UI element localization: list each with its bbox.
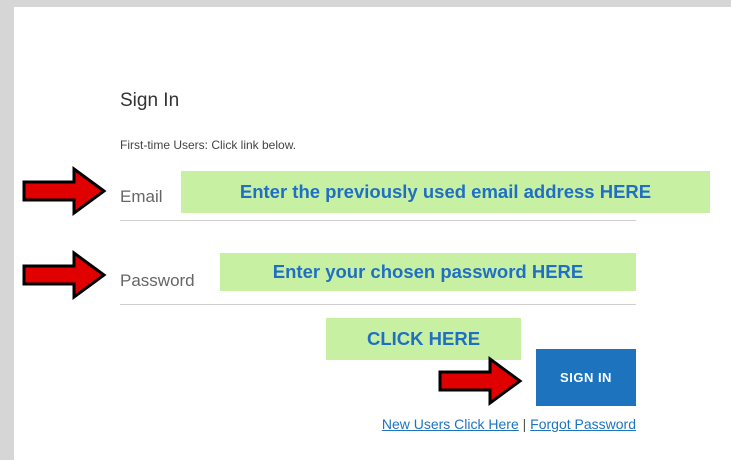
link-separator: |: [522, 416, 527, 432]
password-field-underline: [120, 304, 636, 305]
email-instruction-callout: Enter the previously used email address …: [181, 171, 710, 213]
first-time-hint: First-time Users: Click link below.: [120, 138, 297, 152]
footer-links: New Users Click Here | Forgot Password: [382, 416, 636, 432]
arrow-right-icon: [438, 356, 523, 406]
email-field-underline: [120, 220, 636, 221]
forgot-password-link[interactable]: Forgot Password: [530, 416, 636, 432]
new-users-link[interactable]: New Users Click Here: [382, 416, 519, 432]
arrow-right-icon: [22, 166, 107, 216]
arrow-right-icon: [22, 250, 107, 300]
page-title: Sign In: [120, 90, 180, 111]
click-here-callout: CLICK HERE: [326, 318, 521, 360]
sign-in-button[interactable]: SIGN IN: [536, 349, 636, 406]
password-field[interactable]: Password: [120, 271, 195, 291]
password-instruction-callout: Enter your chosen password HERE: [220, 253, 636, 291]
email-field[interactable]: Email: [120, 187, 163, 207]
